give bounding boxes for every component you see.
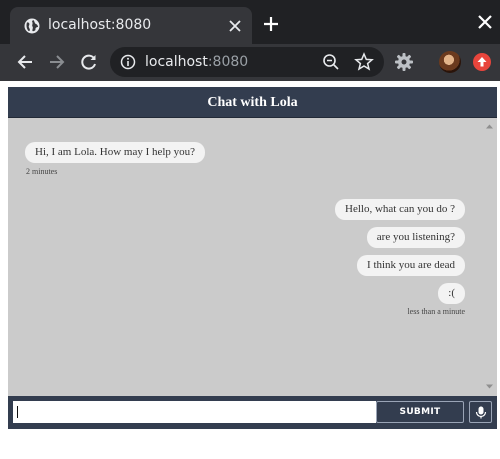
zoom-out-icon[interactable] bbox=[322, 53, 340, 71]
reload-icon[interactable] bbox=[79, 52, 99, 72]
plus-icon[interactable] bbox=[262, 15, 280, 33]
url-text: localhost:8080 bbox=[145, 54, 248, 70]
microphone-button[interactable] bbox=[469, 401, 492, 423]
info-icon[interactable] bbox=[120, 54, 136, 70]
message-input[interactable] bbox=[13, 401, 376, 423]
address-bar[interactable]: localhost:8080 bbox=[110, 47, 384, 77]
url-host: localhost bbox=[145, 54, 208, 70]
close-icon[interactable] bbox=[226, 17, 244, 35]
browser-tab-bar: localhost:8080 bbox=[0, 0, 500, 44]
globe-icon bbox=[24, 18, 40, 34]
browser-tab[interactable]: localhost:8080 bbox=[10, 7, 252, 44]
message-list[interactable]: Hi, I am Lola. How may I help you? 2 min… bbox=[8, 118, 497, 395]
tab-title: localhost:8080 bbox=[48, 17, 152, 33]
url-port: :8080 bbox=[207, 54, 249, 70]
text-cursor bbox=[17, 406, 18, 418]
scroll-up-icon[interactable] bbox=[485, 122, 494, 131]
arrow-up-icon bbox=[477, 57, 487, 67]
user-message: Hello, what can you do ? bbox=[335, 199, 465, 220]
microphone-icon bbox=[475, 406, 487, 419]
message-time: less than a minute bbox=[407, 307, 465, 316]
bot-message: Hi, I am Lola. How may I help you? bbox=[25, 142, 206, 163]
browser-toolbar: localhost:8080 bbox=[0, 44, 500, 81]
chat-header: Chat with Lola bbox=[8, 87, 497, 118]
submit-button[interactable]: SUBMIT bbox=[376, 401, 464, 423]
star-icon[interactable] bbox=[354, 52, 374, 72]
scrollbar[interactable] bbox=[483, 120, 496, 393]
window-close-icon[interactable] bbox=[476, 13, 494, 31]
user-message: I think you are dead bbox=[357, 255, 465, 276]
chat-widget: Chat with Lola Hi, I am Lola. How may I … bbox=[8, 87, 497, 429]
update-icon[interactable] bbox=[473, 53, 491, 71]
user-message: are you listening? bbox=[366, 227, 465, 248]
gear-icon[interactable] bbox=[394, 52, 414, 72]
chat-input-bar: SUBMIT bbox=[8, 396, 497, 429]
back-icon[interactable] bbox=[15, 52, 35, 72]
forward-icon[interactable] bbox=[47, 52, 67, 72]
chat-title: Chat with Lola bbox=[207, 95, 298, 110]
message-time: 2 minutes bbox=[26, 167, 58, 176]
avatar[interactable] bbox=[439, 51, 461, 73]
scroll-down-icon[interactable] bbox=[485, 382, 494, 391]
user-message: :( bbox=[438, 283, 465, 304]
